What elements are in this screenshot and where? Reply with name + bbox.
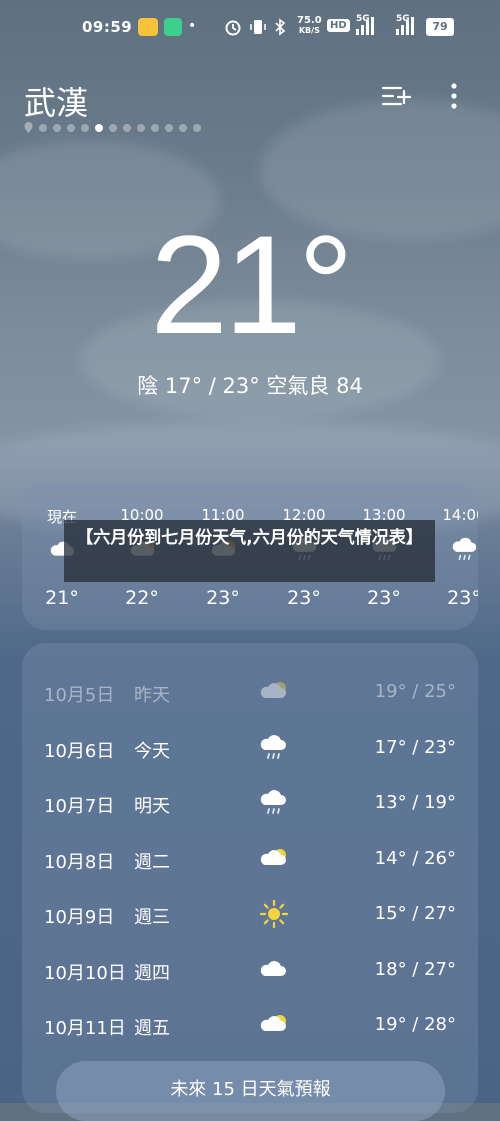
daily-forecast-card: 10月5日 昨天 19° / 25° 10月6日 今天 17° / 23° 10月7日 明天 1… xyxy=(22,643,478,1113)
location-icon xyxy=(24,122,33,133)
signal-1-label: 5G xyxy=(356,14,370,24)
app-notification-icon xyxy=(138,18,158,36)
network-speed: 75.0 KB/S xyxy=(297,16,322,36)
hourly-temp: 21° xyxy=(45,587,79,609)
daily-date: 10月11日 xyxy=(44,1018,126,1039)
hourly-temp: 23° xyxy=(287,587,321,609)
hourly-time: 14:00 xyxy=(442,506,478,524)
fifteen-day-forecast-button[interactable]: 未來 15 日天氣預報 xyxy=(56,1061,445,1121)
rain-icon xyxy=(450,536,478,564)
daily-day: 明天 xyxy=(134,796,170,817)
daily-date: 10月5日 xyxy=(44,685,115,706)
wechat-notification-icon xyxy=(164,18,182,36)
page-dot xyxy=(137,123,145,132)
rain-icon xyxy=(258,788,290,818)
daily-row[interactable]: 10月9日 週三 15° / 27° xyxy=(22,895,478,935)
daily-temps: 18° / 27° xyxy=(374,958,456,980)
daily-row[interactable]: 10月5日 昨天 19° / 25° xyxy=(22,673,478,713)
daily-date: 10月8日 xyxy=(44,851,115,873)
partly-cloudy-icon xyxy=(258,844,290,874)
daily-date: 10月6日 xyxy=(44,740,115,762)
current-temperature: 21° xyxy=(150,206,354,363)
daily-temps: 19° / 25° xyxy=(374,681,456,702)
signal-2-label: 5G xyxy=(396,14,410,24)
weather-summary: 陰 17° / 23° 空氣良 84 xyxy=(137,374,363,398)
daily-day: 週五 xyxy=(134,1018,170,1039)
hourly-temp: 23° xyxy=(367,587,401,609)
speed-value: 75.0 xyxy=(297,15,322,26)
overlay-banner: 【六月份到七月份天气,六月份的天气情况表】 xyxy=(64,520,435,582)
page-dot xyxy=(53,123,61,132)
daily-row[interactable]: 10月8日 週二 14° / 26° xyxy=(22,840,478,880)
city-page-indicator xyxy=(24,122,201,133)
daily-temps: 19° / 28° xyxy=(374,1014,456,1035)
daily-temps: 14° / 26° xyxy=(374,847,456,869)
daily-day: 昨天 xyxy=(134,685,170,706)
daily-day: 週三 xyxy=(134,907,170,928)
page-dot xyxy=(95,123,103,132)
vibrate-icon xyxy=(250,18,266,40)
partly-cloudy-icon xyxy=(258,1010,290,1040)
page-dot xyxy=(109,123,117,132)
page-dot xyxy=(151,123,159,132)
page-dot xyxy=(123,123,131,132)
status-bar: 09:59 • 75.0 KB/S HD 5G 5G 79 xyxy=(0,14,500,42)
daily-date: 10月7日 xyxy=(44,796,115,817)
page-dot xyxy=(39,123,47,132)
daily-temps: 13° / 19° xyxy=(374,792,456,813)
more-options-icon[interactable] xyxy=(444,80,464,112)
city-list-button[interactable] xyxy=(380,82,412,112)
status-time: 09:59 xyxy=(82,18,133,36)
daily-row[interactable]: 10月7日 明天 13° / 19° xyxy=(22,784,478,824)
partly-cloudy-icon xyxy=(258,677,290,707)
daily-day: 週四 xyxy=(134,962,170,984)
cloudy-icon xyxy=(258,955,290,985)
city-name[interactable]: 武漢 xyxy=(24,78,88,124)
more-notifications-dot: • xyxy=(188,18,197,34)
daily-day: 週二 xyxy=(134,851,170,873)
page-dot xyxy=(165,123,173,132)
daily-row[interactable]: 10月11日 週五 19° / 28° xyxy=(22,1006,478,1046)
alarm-icon xyxy=(224,18,242,40)
daily-row[interactable]: 10月10日 週四 18° / 27° xyxy=(22,951,478,991)
hourly-temp: 23° xyxy=(206,587,240,609)
daily-temps: 15° / 27° xyxy=(374,903,456,924)
page-dot xyxy=(81,123,89,132)
hourly-temp: 23° xyxy=(447,587,478,609)
rain-icon xyxy=(258,733,290,763)
daily-row[interactable]: 10月6日 今天 17° / 23° xyxy=(22,729,478,769)
battery-icon: 79 xyxy=(426,18,454,36)
daily-date: 10月9日 xyxy=(44,907,115,928)
daily-day: 今天 xyxy=(134,740,170,762)
hourly-temp: 22° xyxy=(125,587,159,609)
sun-icon xyxy=(258,899,290,929)
hd-badge: HD xyxy=(327,19,350,32)
page-dot xyxy=(193,123,201,132)
page-dot xyxy=(179,123,187,132)
speed-unit: KB/S xyxy=(298,26,320,35)
bluetooth-icon xyxy=(274,18,286,40)
daily-temps: 17° / 23° xyxy=(374,736,456,758)
daily-date: 10月10日 xyxy=(44,962,126,984)
page-dot xyxy=(67,123,75,132)
